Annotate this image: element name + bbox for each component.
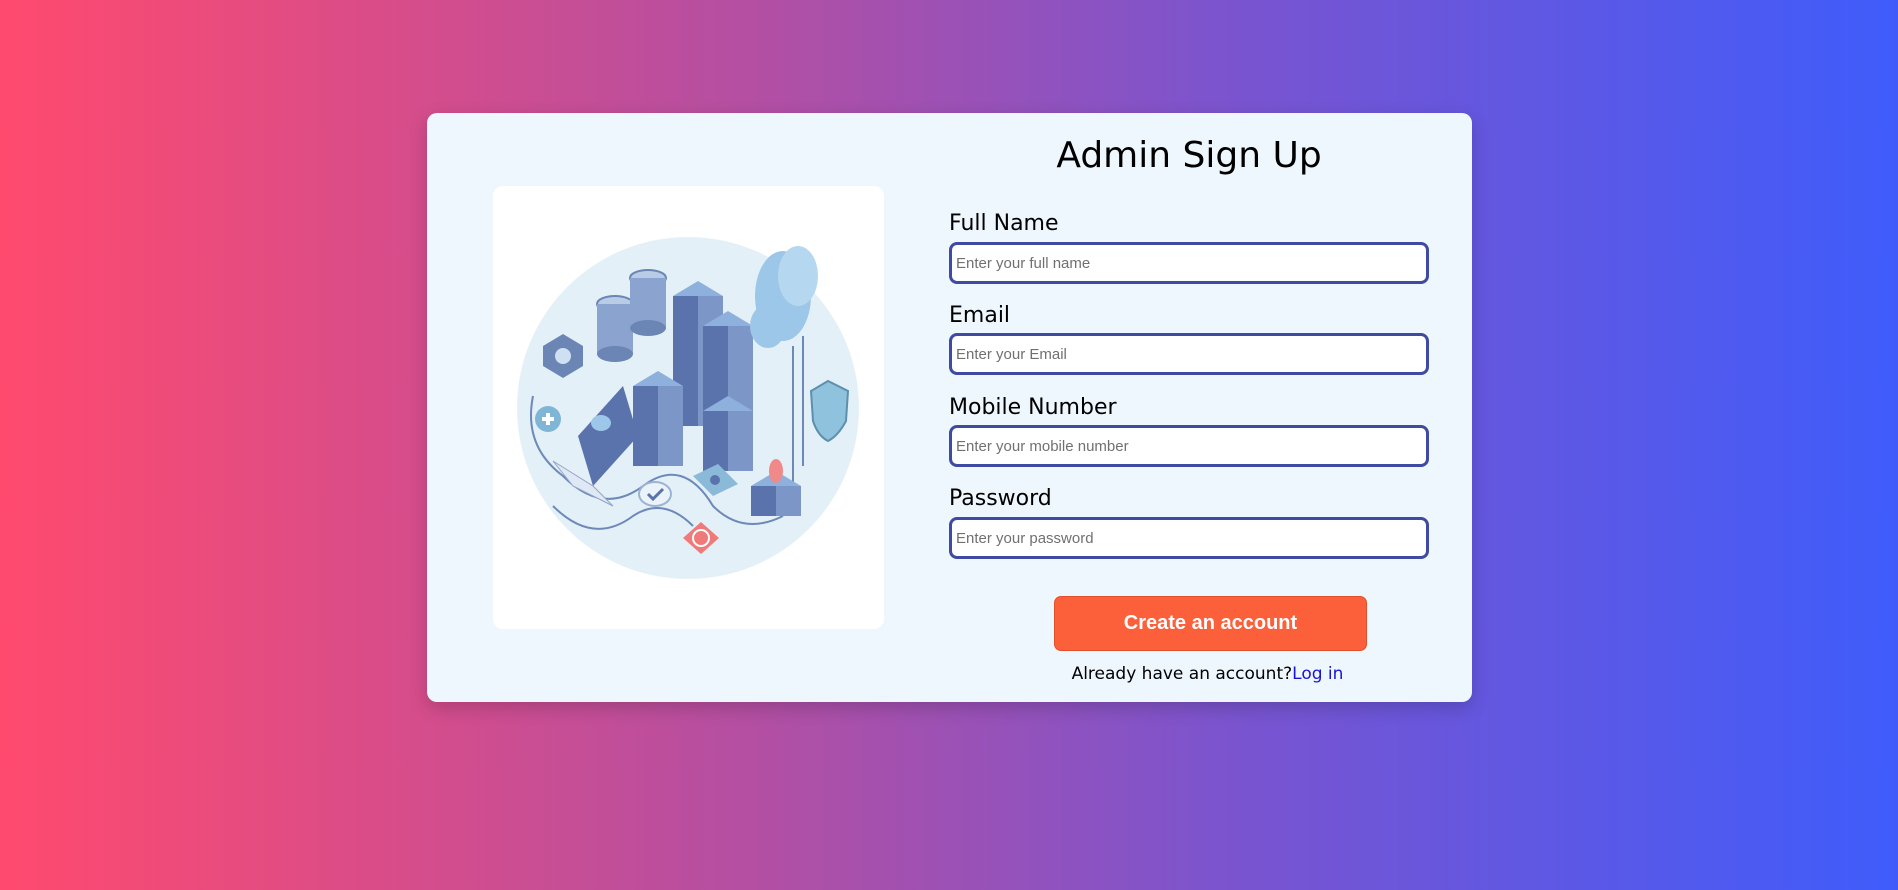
create-account-button[interactable]: Create an account (1054, 596, 1367, 651)
mobile-number-label: Mobile Number (949, 395, 1117, 420)
login-prompt-row: Already have an account?Log in (949, 664, 1472, 684)
page-title: Admin Sign Up (1056, 135, 1322, 176)
plus-icon (535, 406, 561, 432)
password-label: Password (949, 486, 1052, 511)
mobile-number-input[interactable] (949, 425, 1429, 467)
signup-form: Admin Sign Up Full Name Email Mobile Num… (949, 113, 1472, 702)
login-link[interactable]: Log in (1292, 664, 1343, 684)
data-center-illustration (517, 237, 859, 579)
login-prompt-text: Already have an account? (1071, 664, 1293, 684)
signup-card: Admin Sign Up Full Name Email Mobile Num… (427, 113, 1472, 702)
email-label: Email (949, 303, 1011, 328)
full-name-input[interactable] (949, 242, 1429, 284)
checkmark-icon (638, 481, 672, 507)
illustration-panel (493, 186, 884, 629)
email-input[interactable] (949, 333, 1429, 375)
full-name-label: Full Name (949, 211, 1059, 236)
password-input[interactable] (949, 517, 1429, 559)
